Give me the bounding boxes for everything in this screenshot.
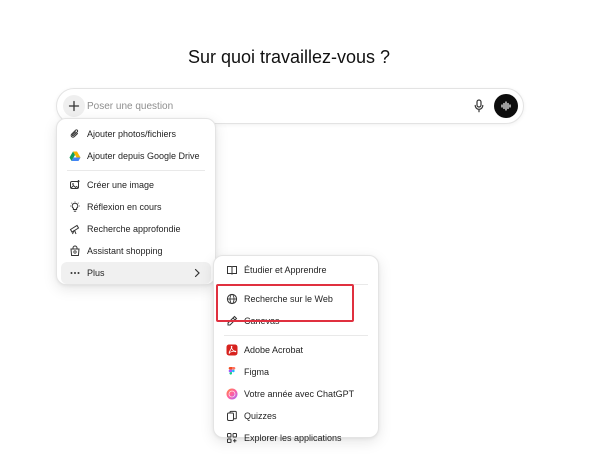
adobe-acrobat-icon	[226, 344, 238, 356]
menu-item-label: Adobe Acrobat	[244, 345, 304, 355]
globe-icon	[226, 293, 238, 305]
menu-divider	[67, 170, 205, 171]
menu-item-create-image[interactable]: Créer une image	[61, 174, 211, 196]
menu-item-adobe-acrobat[interactable]: Adobe Acrobat	[218, 339, 374, 361]
more-submenu: Étudier et Apprendre Recherche sur le We…	[213, 255, 379, 443]
chevron-right-icon	[191, 267, 203, 279]
menu-item-quizzes[interactable]: Quizzes	[218, 405, 374, 427]
voice-mode-icon[interactable]	[494, 94, 518, 118]
menu-item-canvas[interactable]: Canevas	[218, 310, 374, 332]
menu-item-label: Recherche sur le Web	[244, 294, 333, 304]
image-create-icon	[69, 179, 81, 191]
telescope-icon	[69, 223, 81, 235]
lightbulb-icon	[69, 201, 81, 213]
quiz-cards-icon	[226, 410, 238, 422]
menu-item-explore-apps[interactable]: Explorer les applications	[218, 427, 374, 449]
paperclip-icon	[69, 128, 81, 140]
menu-item-label: Ajouter photos/fichiers	[87, 129, 177, 139]
menu-item-label: Canevas	[244, 316, 280, 326]
menu-item-label: Ajouter depuis Google Drive	[87, 151, 200, 161]
menu-item-label: Figma	[244, 367, 270, 377]
menu-item-label: Étudier et Apprendre	[244, 265, 327, 275]
menu-item-label: Recherche approfondie	[87, 224, 181, 234]
microphone-icon[interactable]	[471, 97, 487, 115]
page-title: Sur quoi travaillez-vous ?	[187, 47, 391, 67]
menu-item-deep-research[interactable]: Recherche approfondie	[61, 218, 211, 240]
menu-item-figma[interactable]: Figma	[218, 361, 374, 383]
menu-item-label: Explorer les applications	[244, 433, 342, 443]
pen-icon	[226, 315, 238, 327]
question-input[interactable]	[87, 95, 457, 117]
menu-item-label: Votre année avec ChatGPT	[244, 389, 355, 399]
menu-item-google-drive[interactable]: Ajouter depuis Google Drive	[61, 145, 211, 167]
menu-item-label: Assistant shopping	[87, 246, 163, 256]
menu-item-label: Créer une image	[87, 180, 155, 190]
menu-item-web-search[interactable]: Recherche sur le Web	[218, 288, 374, 310]
book-icon	[226, 264, 238, 276]
attachment-menu: Ajouter photos/fichiers Ajouter depuis G…	[56, 118, 216, 285]
more-dots-icon	[69, 267, 81, 279]
shopping-bag-icon	[69, 245, 81, 257]
menu-item-label: Réflexion en cours	[87, 202, 162, 212]
menu-divider	[224, 284, 368, 285]
menu-item-shopping-assistant[interactable]: Assistant shopping	[61, 240, 211, 262]
menu-item-reasoning[interactable]: Réflexion en cours	[61, 196, 211, 218]
menu-item-add-files[interactable]: Ajouter photos/fichiers	[61, 123, 211, 145]
page: Sur quoi travaillez-vous ? Ajouter photo…	[0, 0, 600, 458]
figma-icon	[226, 366, 238, 378]
plus-icon[interactable]	[63, 95, 85, 117]
menu-item-year-in-review[interactable]: Votre année avec ChatGPT	[218, 383, 374, 405]
menu-item-label: Plus	[87, 268, 105, 278]
apps-grid-icon	[226, 432, 238, 444]
menu-item-study[interactable]: Étudier et Apprendre	[218, 259, 374, 281]
menu-item-more[interactable]: Plus	[61, 262, 211, 284]
menu-divider	[224, 335, 368, 336]
google-drive-icon	[69, 150, 81, 162]
year-review-icon	[226, 388, 238, 400]
menu-item-label: Quizzes	[244, 411, 277, 421]
